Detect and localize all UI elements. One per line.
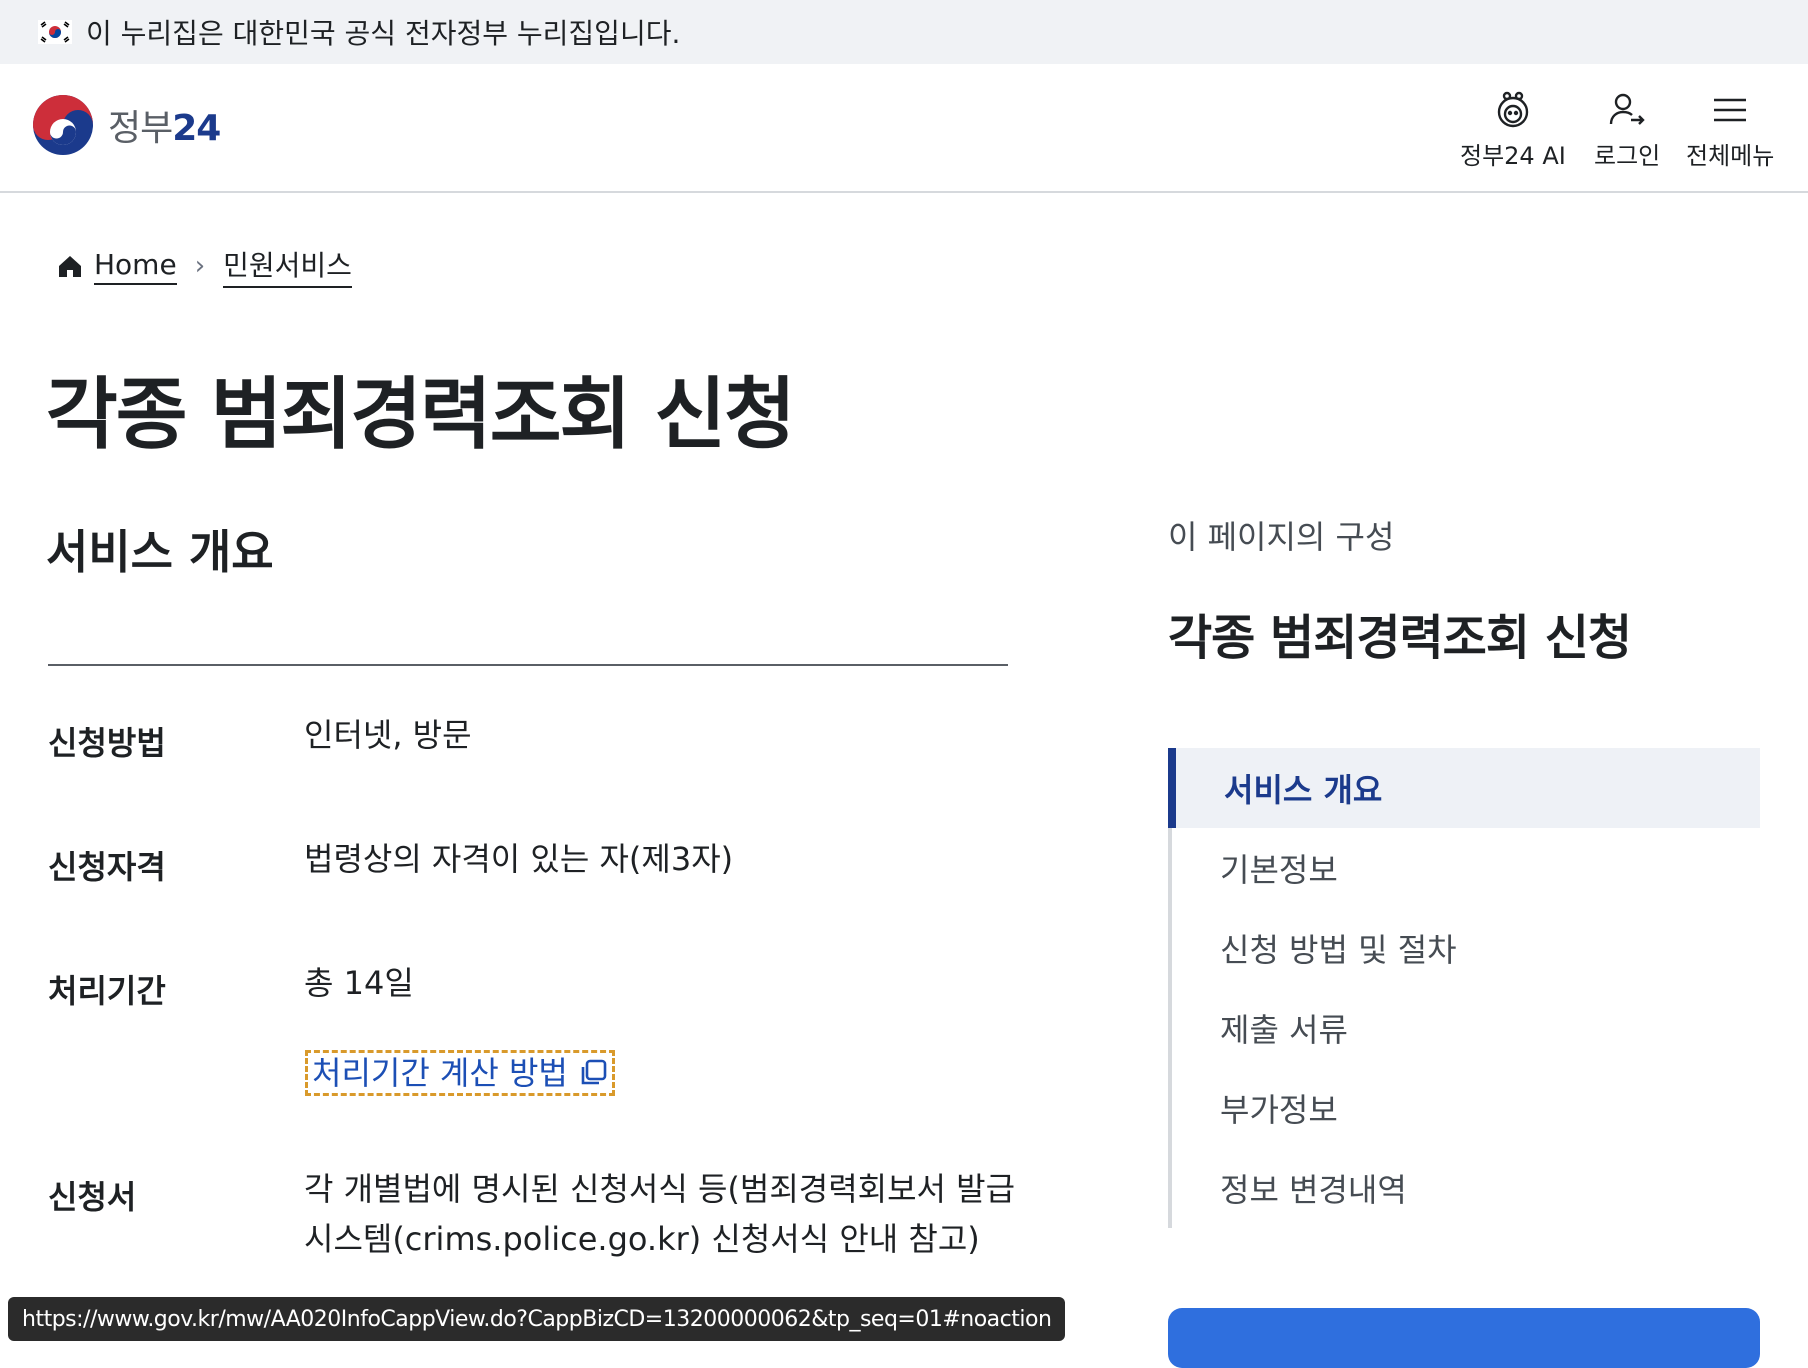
all-menu-button[interactable]: 전체메뉴: [1686, 90, 1774, 171]
toc-item-additional-info[interactable]: 부가정보: [1172, 1068, 1760, 1148]
breadcrumb-home-link[interactable]: Home: [94, 248, 177, 285]
info-value: 총 14일: [304, 964, 414, 1002]
home-icon: [59, 256, 81, 277]
external-window-icon: [581, 1059, 607, 1085]
calc-link-label: 처리기간 계산 방법: [312, 1054, 568, 1092]
breadcrumb-civil-service-link[interactable]: 민원서비스: [223, 244, 352, 288]
toc-item-method-procedure[interactable]: 신청 방법 및 절차: [1172, 908, 1760, 988]
toc-list: 서비스 개요 기본정보 신청 방법 및 절차 제출 서류 부가정보 정보 변경내…: [1168, 748, 1760, 1228]
info-value: 각 개별법에 명시된 신청서식 등(범죄경력회보서 발급시스템(crims.po…: [304, 1170, 1016, 1258]
site-header: 정부24 정부24 AI 로그인 전체메뉴: [0, 64, 1808, 193]
official-site-banner: 이 누리집은 대한민국 공식 전자정부 누리집입니다.: [0, 0, 1808, 64]
user-login-icon: [1609, 93, 1645, 125]
info-label: 신청자격: [48, 848, 166, 886]
login-button[interactable]: 로그인: [1594, 90, 1660, 171]
toc-caption: 이 페이지의 구성: [1168, 518, 1395, 556]
apply-button[interactable]: [1168, 1308, 1760, 1368]
info-label: 신청서: [48, 1178, 137, 1216]
toc-item-change-history[interactable]: 정보 변경내역: [1172, 1148, 1760, 1228]
info-label: 처리기간: [48, 972, 166, 1010]
toc-item-basic-info[interactable]: 기본정보: [1172, 828, 1760, 908]
ai-bot-icon: [1497, 91, 1529, 128]
gov24-logo[interactable]: 정부24: [30, 92, 221, 158]
taegeuk-logo-icon: [33, 95, 93, 155]
chevron-right-icon: ›: [194, 251, 206, 281]
breadcrumb: Home › 민원서비스: [56, 244, 352, 288]
login-label: 로그인: [1594, 142, 1661, 170]
status-bar-url: https://www.gov.kr/mw/AA020InfoCappView.…: [8, 1297, 1066, 1341]
info-value: 인터넷, 방문: [304, 716, 472, 754]
processing-period-calc-link[interactable]: 처리기간 계산 방법: [305, 1050, 615, 1096]
toc-item-overview[interactable]: 서비스 개요: [1168, 748, 1760, 828]
info-label: 신청방법: [48, 724, 166, 762]
gov24-ai-label: 정부24 AI: [1460, 142, 1566, 170]
info-value: 법령상의 자격이 있는 자(제3자): [304, 840, 734, 878]
toc-title: 각종 범죄경력조회 신청: [1168, 610, 1632, 666]
all-menu-label: 전체메뉴: [1686, 142, 1775, 170]
logo-number: 24: [172, 108, 221, 149]
page-title: 각종 범죄경력조회 신청: [46, 370, 796, 460]
toc-item-documents[interactable]: 제출 서류: [1172, 988, 1760, 1068]
section-divider: [48, 664, 1008, 666]
gov24-ai-button[interactable]: 정부24 AI: [1460, 90, 1566, 171]
logo-text: 정부24: [108, 108, 221, 149]
section-title-overview: 서비스 개요: [46, 525, 274, 579]
hamburger-menu-icon: [1714, 98, 1747, 122]
banner-text: 이 누리집은 대한민국 공식 전자정부 누리집입니다.: [86, 17, 681, 50]
korea-flag-icon: [38, 20, 72, 44]
